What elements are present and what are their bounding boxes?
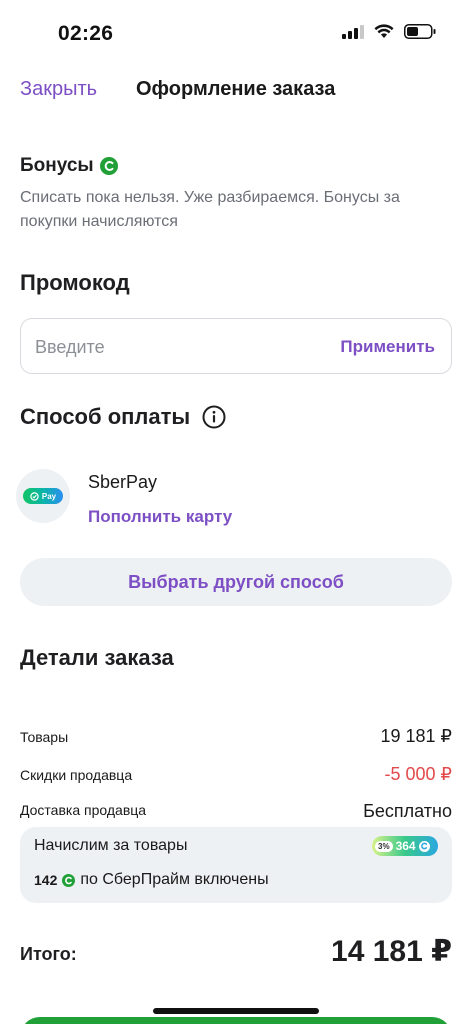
info-icon[interactable] [202, 405, 226, 429]
total-label: Итого: [20, 944, 77, 964]
sber-coin-icon [418, 840, 430, 852]
bonuses-description: Списать пока нельзя. Уже разбираемся. Бо… [20, 189, 400, 230]
choose-other-method-button[interactable]: Выбрать другой способ [20, 558, 452, 606]
badge-percent: 3% [375, 840, 393, 852]
close-button[interactable]: Закрыть [20, 78, 97, 101]
bonuses-header: Бонусы [20, 155, 118, 177]
prime-text: по СберПрайм включены [80, 871, 269, 888]
payment-method-name: SberPay [88, 472, 158, 492]
detail-row-discount: Скидки продавца -5 000 ₽ [20, 764, 452, 786]
page-title: Оформление заказа [136, 78, 336, 100]
sberpay-logo-text: Pay [41, 491, 57, 501]
detail-row-delivery: Доставка продавца Бесплатно [20, 801, 452, 823]
accrual-label: Начислим за товары [34, 837, 188, 854]
sber-check-icon [30, 491, 39, 501]
badge-value: 364 [395, 839, 416, 853]
detail-label: Скидки продавца [20, 767, 133, 783]
apply-promo-button[interactable]: Применить [340, 337, 435, 357]
sberprime-row: 142 по СберПрайм включены [34, 871, 269, 889]
sber-coin-icon [62, 873, 76, 887]
payment-header: Способ оплаты [20, 404, 226, 430]
status-icons [342, 24, 436, 39]
detail-value-discount: -5 000 ₽ [384, 764, 453, 784]
wifi-icon [374, 24, 394, 38]
detail-value: 19 181 ₽ [380, 726, 452, 746]
order-details-title: Детали заказа [20, 645, 174, 670]
checkout-button[interactable] [20, 1017, 452, 1024]
status-bar: 02:26 [0, 0, 472, 70]
status-time: 02:26 [58, 22, 114, 45]
detail-row-goods: Товары 19 181 ₽ [20, 726, 452, 748]
payment-title: Способ оплаты [20, 404, 191, 429]
sberpay-logo: Pay [16, 469, 70, 523]
home-indicator [153, 1008, 319, 1014]
nav-header: Закрыть Оформление заказа [0, 78, 472, 108]
promo-field: Применить [20, 318, 452, 375]
bonuses-title: Бонусы [20, 155, 94, 176]
sber-coin-icon [99, 157, 118, 175]
promo-title: Промокод [20, 270, 130, 295]
battery-icon [404, 24, 436, 39]
detail-label: Доставка продавца [20, 802, 147, 818]
sberpay-pill: Pay [23, 488, 63, 504]
total-value: 14 181 ₽ [331, 935, 452, 968]
detail-value: Бесплатно [363, 801, 452, 821]
prime-count: 142 [34, 872, 58, 888]
bonus-accrual-card: Начислим за товары 3% 364 142 по СберПра… [20, 827, 452, 903]
accrual-badge: 3% 364 [372, 836, 438, 856]
topup-card-link[interactable]: Пополнить карту [88, 507, 232, 527]
detail-label: Товары [20, 729, 69, 745]
promo-input[interactable] [35, 319, 315, 375]
signal-icon [342, 24, 364, 39]
